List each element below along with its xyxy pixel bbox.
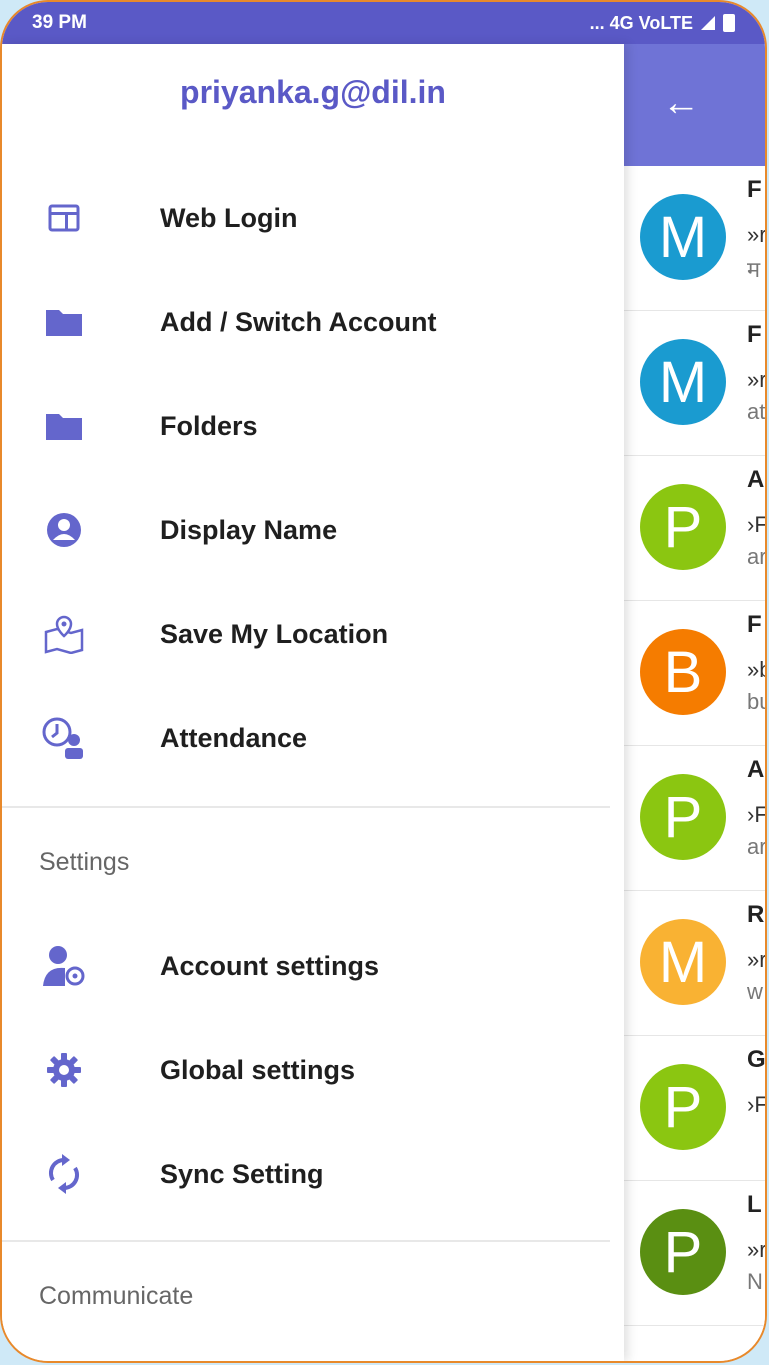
signal-icon bbox=[701, 16, 715, 30]
menu-label: Account settings bbox=[160, 950, 380, 981]
mail-sender: »r bbox=[747, 367, 767, 392]
mail-subject: R bbox=[747, 901, 765, 928]
sender-avatar: M bbox=[640, 339, 726, 425]
sync-icon bbox=[40, 1150, 88, 1198]
menu-account-settings[interactable]: Account settings bbox=[2, 930, 610, 1002]
mail-preview: म bbox=[747, 257, 761, 282]
section-communicate-header: Communicate bbox=[39, 1282, 194, 1310]
folder-icon bbox=[40, 298, 88, 346]
sender-avatar: P bbox=[640, 1064, 726, 1150]
mail-toolbar: ← bbox=[624, 44, 765, 166]
status-indicators: ... 4G VoLTE bbox=[590, 13, 735, 34]
battery-icon bbox=[723, 14, 735, 32]
mail-subject: A bbox=[747, 466, 765, 493]
person-circle-icon bbox=[40, 506, 88, 554]
sender-avatar: M bbox=[640, 194, 726, 280]
mail-row[interactable]: P G ›F bbox=[624, 1036, 765, 1181]
menu-add-switch-account[interactable]: Add / Switch Account bbox=[2, 286, 610, 358]
mail-sender: »b bbox=[747, 657, 765, 682]
gear-icon bbox=[40, 1046, 88, 1094]
mail-subject: A bbox=[747, 756, 765, 783]
mail-row[interactable]: P A ›F ar bbox=[624, 746, 765, 891]
map-location-icon bbox=[40, 610, 88, 658]
menu-label: Global settings bbox=[160, 1054, 356, 1085]
mail-sender: ›F bbox=[747, 512, 767, 537]
mail-subject: F bbox=[747, 321, 762, 348]
mail-sender: ›F bbox=[747, 802, 767, 827]
sender-avatar: P bbox=[640, 484, 726, 570]
divider bbox=[2, 806, 610, 808]
menu-label: Folders bbox=[160, 410, 258, 441]
mail-row[interactable]: P L »r N bbox=[624, 1181, 765, 1326]
menu-label: Attendance bbox=[160, 722, 308, 753]
mail-preview: N bbox=[747, 1269, 763, 1294]
mail-sender: »r bbox=[747, 947, 767, 972]
menu-display-name[interactable]: Display Name bbox=[2, 494, 610, 566]
folder-icon bbox=[40, 402, 88, 450]
menu-web-login[interactable]: Web Login bbox=[2, 182, 610, 254]
mail-subject: F bbox=[747, 611, 762, 638]
mail-preview: bu bbox=[747, 689, 765, 714]
sender-avatar: P bbox=[640, 1209, 726, 1295]
account-email: priyanka.g@dil.in bbox=[180, 74, 446, 110]
sender-avatar: P bbox=[640, 774, 726, 860]
sender-avatar: M bbox=[640, 919, 726, 1005]
menu-attendance[interactable]: Attendance bbox=[2, 702, 610, 774]
menu-label: Add / Switch Account bbox=[160, 306, 437, 337]
section-settings-header: Settings bbox=[39, 848, 130, 876]
status-network-text: ... 4G VoLTE bbox=[589, 12, 693, 33]
mail-list-panel: ← MF»rमMF»ratPA›FarBF»bbuPA›FarMR»rwPG›F… bbox=[624, 44, 765, 1361]
back-arrow-icon[interactable]: ← bbox=[662, 84, 700, 122]
menu-label: Display Name bbox=[160, 514, 338, 545]
menu-sync-setting[interactable]: Sync Setting bbox=[2, 1138, 610, 1210]
web-login-icon bbox=[40, 194, 88, 242]
mail-row[interactable]: M R »r w bbox=[624, 891, 765, 1036]
mail-preview: ar bbox=[747, 544, 767, 569]
mail-sender: »r bbox=[747, 222, 767, 247]
mail-sender: »r bbox=[747, 1237, 767, 1262]
mail-row[interactable]: M F »r at bbox=[624, 311, 765, 456]
menu-label: Save My Location bbox=[160, 618, 389, 649]
account-settings-icon bbox=[40, 942, 88, 990]
sender-avatar: B bbox=[640, 629, 726, 715]
mail-preview: at bbox=[747, 399, 766, 424]
attendance-clock-icon bbox=[40, 714, 88, 762]
navigation-drawer: priyanka.g@dil.in Web Login Add / Switch… bbox=[2, 44, 624, 1361]
status-time: 39 PM bbox=[32, 12, 87, 33]
mail-subject: G bbox=[747, 1046, 766, 1073]
menu-label: Sync Setting bbox=[160, 1158, 324, 1189]
mail-preview: w bbox=[747, 979, 763, 1004]
menu-save-my-location[interactable]: Save My Location bbox=[2, 598, 610, 670]
divider bbox=[2, 1240, 610, 1242]
phone-frame: 39 PM ... 4G VoLTE ← M F »r म M F »r at P A ›F ar B F… bbox=[0, 0, 767, 1363]
mail-sender: ›F bbox=[747, 1092, 767, 1117]
mail-list: MF»rमMF»ratPA›FarBF»bbuPA›FarMR»rwPG›FPL… bbox=[624, 166, 765, 1326]
mail-subject: L bbox=[747, 1191, 762, 1218]
mail-preview: ar bbox=[747, 834, 767, 859]
menu-folders[interactable]: Folders bbox=[2, 390, 610, 462]
mail-row[interactable]: BF »b bu bbox=[624, 601, 765, 746]
mail-row[interactable]: P A ›F ar bbox=[624, 456, 765, 601]
mail-row[interactable]: M F »r म bbox=[624, 166, 765, 311]
menu-label: Web Login bbox=[160, 202, 298, 233]
mail-subject: F bbox=[747, 176, 762, 203]
menu-global-settings[interactable]: Global settings bbox=[2, 1034, 610, 1106]
status-bar: 39 PM ... 4G VoLTE bbox=[2, 2, 765, 44]
